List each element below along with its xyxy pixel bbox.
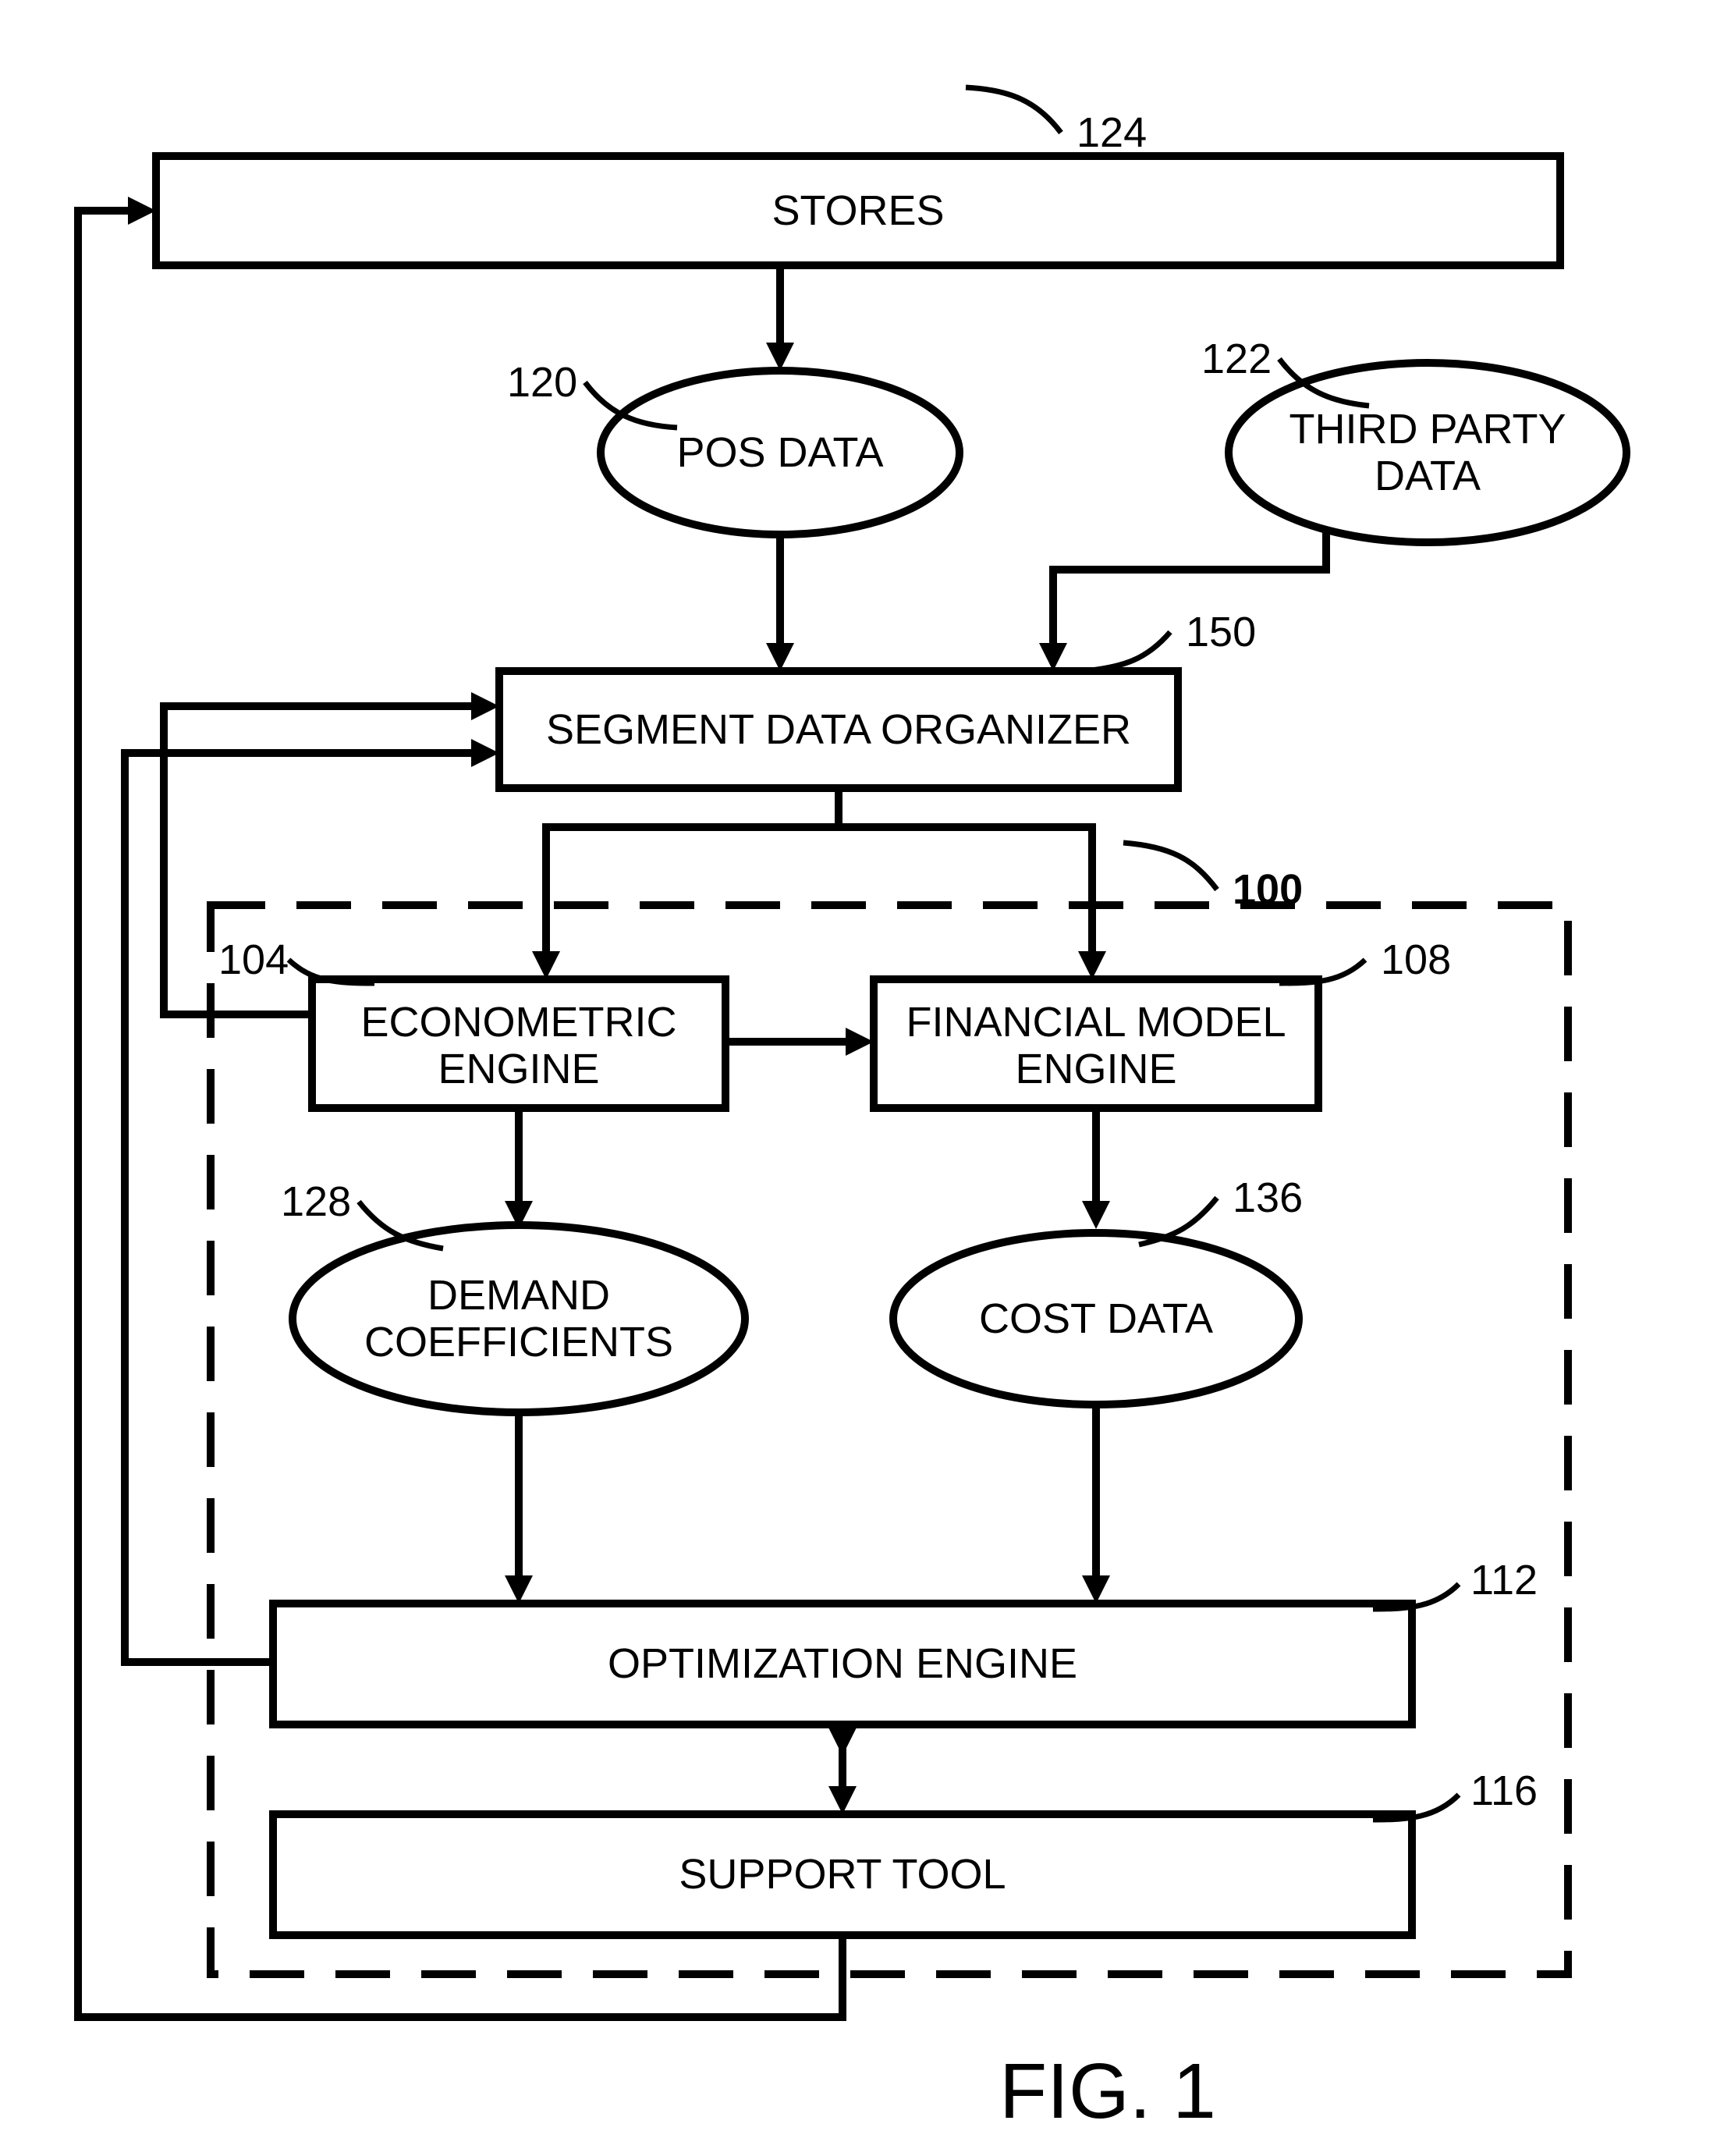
segment-organizer-label: SEGMENT DATA ORGANIZER [546, 706, 1131, 753]
econometric-label2: ENGINE [438, 1046, 599, 1092]
arrow-segment-to-econ [546, 788, 839, 964]
cost-label: COST DATA [979, 1295, 1213, 1342]
leader-150 [1084, 632, 1170, 671]
third-party-label2: DATA [1375, 453, 1481, 499]
ref-136: 136 [1233, 1174, 1303, 1221]
figure-caption: FIG. 1 [999, 2048, 1216, 2135]
financial-label1: FINANCIAL MODEL [906, 999, 1286, 1046]
ref-128: 128 [281, 1178, 351, 1225]
econometric-label1: ECONOMETRIC [361, 999, 677, 1046]
ref-104: 104 [218, 936, 289, 983]
demand-label1: DEMAND [427, 1272, 610, 1319]
leader-100 [1123, 843, 1217, 890]
financial-label2: ENGINE [1015, 1046, 1176, 1092]
third-party-label1: THIRD PARTY [1289, 406, 1566, 453]
ref-150: 150 [1186, 609, 1256, 655]
arrow-segment-to-fin [839, 788, 1092, 964]
diagram-canvas: 100 STORES 124 POS DATA 120 THIRD PARTY … [0, 0, 1724, 2156]
pos-data-label: POS DATA [676, 429, 883, 476]
ref-112: 112 [1470, 1557, 1538, 1604]
ref-122: 122 [1201, 336, 1272, 382]
stores-label: STORES [772, 187, 944, 234]
optimization-label: OPTIMIZATION ENGINE [608, 1640, 1077, 1687]
ref-120: 120 [507, 359, 577, 406]
support-label: SUPPORT TOOL [679, 1851, 1006, 1898]
ref-124: 124 [1077, 109, 1147, 156]
ref-116: 116 [1470, 1767, 1538, 1814]
leader-124 [966, 87, 1061, 133]
demand-label2: COEFFICIENTS [364, 1319, 673, 1366]
ref-108: 108 [1381, 936, 1451, 983]
ref-100: 100 [1233, 866, 1303, 913]
